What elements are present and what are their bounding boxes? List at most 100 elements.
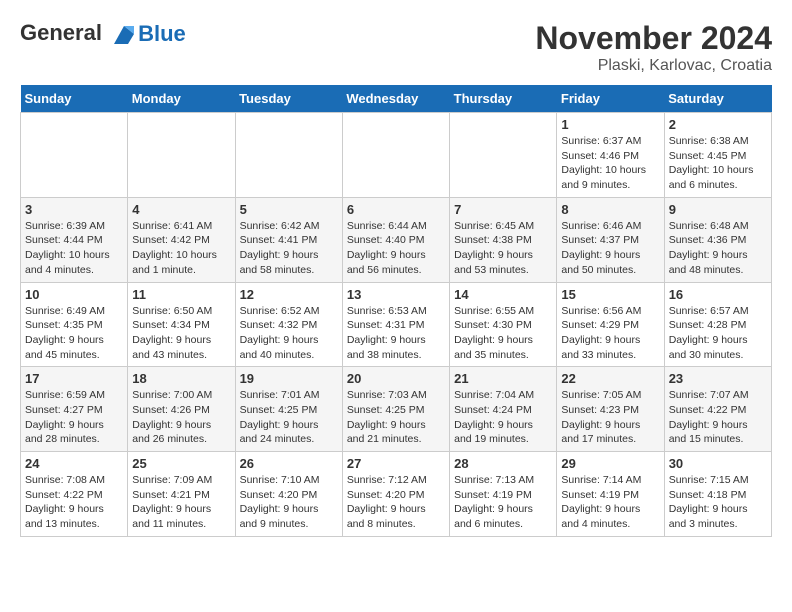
calendar-cell bbox=[21, 113, 128, 198]
logo: General Blue bbox=[20, 20, 186, 48]
day-info: Sunrise: 7:07 AMSunset: 4:22 PMDaylight:… bbox=[669, 388, 767, 447]
calendar-cell: 28 Sunrise: 7:13 AMSunset: 4:19 PMDayligh… bbox=[450, 452, 557, 537]
weekday-header: Sunday bbox=[21, 85, 128, 113]
calendar-cell: 2Sunrise: 6:38 AMSunset: 4:45 PMDaylight… bbox=[664, 113, 771, 198]
day-info: Sunrise: 6:49 AMSunset: 4:35 PMDaylight:… bbox=[25, 304, 123, 363]
day-number: 27 bbox=[347, 456, 445, 471]
day-info: Sunrise: 6:41 AMSunset: 4:42 PMDaylight:… bbox=[132, 219, 230, 278]
calendar-cell: 15 Sunrise: 6:56 AMSunset: 4:29 PMDayligh… bbox=[557, 282, 664, 367]
day-number: 10 bbox=[25, 287, 123, 302]
calendar-cell bbox=[450, 113, 557, 198]
day-info: Sunrise: 6:42 AMSunset: 4:41 PMDaylight:… bbox=[240, 219, 338, 278]
logo-icon bbox=[110, 20, 138, 48]
calendar-cell: 7Sunrise: 6:45 AMSunset: 4:38 PMDaylight… bbox=[450, 197, 557, 282]
calendar-cell bbox=[128, 113, 235, 198]
calendar-week-row: 17 Sunrise: 6:59 AMSunset: 4:27 PMDayligh… bbox=[21, 367, 772, 452]
day-number: 1 bbox=[561, 117, 659, 132]
day-number: 14 bbox=[454, 287, 552, 302]
weekday-header: Monday bbox=[128, 85, 235, 113]
calendar-cell: 17 Sunrise: 6:59 AMSunset: 4:27 PMDayligh… bbox=[21, 367, 128, 452]
day-info: Sunrise: 7:05 AMSunset: 4:23 PMDaylight:… bbox=[561, 388, 659, 447]
day-info: Sunrise: 7:00 AMSunset: 4:26 PMDaylight:… bbox=[132, 388, 230, 447]
day-number: 4 bbox=[132, 202, 230, 217]
calendar-cell: 10 Sunrise: 6:49 AMSunset: 4:35 PMDayligh… bbox=[21, 282, 128, 367]
calendar-cell: 22 Sunrise: 7:05 AMSunset: 4:23 PMDayligh… bbox=[557, 367, 664, 452]
calendar-cell: 4 Sunrise: 6:41 AMSunset: 4:42 PMDaylight… bbox=[128, 197, 235, 282]
day-info: Sunrise: 6:39 AMSunset: 4:44 PMDaylight:… bbox=[25, 219, 123, 278]
day-number: 20 bbox=[347, 371, 445, 386]
location: Plaski, Karlovac, Croatia bbox=[535, 57, 772, 75]
day-info: Sunrise: 6:59 AMSunset: 4:27 PMDaylight:… bbox=[25, 388, 123, 447]
weekday-header: Tuesday bbox=[235, 85, 342, 113]
day-info: Sunrise: 6:53 AMSunset: 4:31 PMDaylight:… bbox=[347, 304, 445, 363]
weekday-header: Wednesday bbox=[342, 85, 449, 113]
calendar-week-row: 24Sunrise: 7:08 AMSunset: 4:22 PMDayligh… bbox=[21, 452, 772, 537]
calendar-cell: 6 Sunrise: 6:44 AMSunset: 4:40 PMDaylight… bbox=[342, 197, 449, 282]
day-number: 11 bbox=[132, 287, 230, 302]
weekday-header: Friday bbox=[557, 85, 664, 113]
day-number: 18 bbox=[132, 371, 230, 386]
day-info: Sunrise: 6:48 AMSunset: 4:36 PMDaylight:… bbox=[669, 219, 767, 278]
calendar-table: SundayMondayTuesdayWednesdayThursdayFrid… bbox=[20, 85, 772, 537]
calendar-cell: 24Sunrise: 7:08 AMSunset: 4:22 PMDayligh… bbox=[21, 452, 128, 537]
day-info: Sunrise: 6:57 AMSunset: 4:28 PMDaylight:… bbox=[669, 304, 767, 363]
day-info: Sunrise: 6:44 AMSunset: 4:40 PMDaylight:… bbox=[347, 219, 445, 278]
day-number: 12 bbox=[240, 287, 338, 302]
day-info: Sunrise: 7:08 AMSunset: 4:22 PMDaylight:… bbox=[25, 473, 123, 532]
calendar-cell: 20 Sunrise: 7:03 AMSunset: 4:25 PMDayligh… bbox=[342, 367, 449, 452]
logo-text-general: General bbox=[20, 20, 102, 45]
day-info: Sunrise: 6:56 AMSunset: 4:29 PMDaylight:… bbox=[561, 304, 659, 363]
calendar-cell: 30Sunrise: 7:15 AMSunset: 4:18 PMDayligh… bbox=[664, 452, 771, 537]
calendar-week-row: 1 Sunrise: 6:37 AMSunset: 4:46 PMDaylight… bbox=[21, 113, 772, 198]
day-info: Sunrise: 6:55 AMSunset: 4:30 PMDaylight:… bbox=[454, 304, 552, 363]
calendar-week-row: 10 Sunrise: 6:49 AMSunset: 4:35 PMDayligh… bbox=[21, 282, 772, 367]
day-number: 5 bbox=[240, 202, 338, 217]
title-block: November 2024 Plaski, Karlovac, Croatia bbox=[535, 20, 772, 75]
calendar-cell: 11Sunrise: 6:50 AMSunset: 4:34 PMDayligh… bbox=[128, 282, 235, 367]
logo-text-blue: Blue bbox=[138, 21, 186, 47]
calendar-cell: 5 Sunrise: 6:42 AMSunset: 4:41 PMDaylight… bbox=[235, 197, 342, 282]
calendar-cell: 14 Sunrise: 6:55 AMSunset: 4:30 PMDayligh… bbox=[450, 282, 557, 367]
calendar-cell: 16Sunrise: 6:57 AMSunset: 4:28 PMDayligh… bbox=[664, 282, 771, 367]
day-number: 29 bbox=[561, 456, 659, 471]
day-number: 6 bbox=[347, 202, 445, 217]
day-number: 13 bbox=[347, 287, 445, 302]
calendar-cell: 18 Sunrise: 7:00 AMSunset: 4:26 PMDayligh… bbox=[128, 367, 235, 452]
calendar-cell: 26 Sunrise: 7:10 AMSunset: 4:20 PMDayligh… bbox=[235, 452, 342, 537]
day-number: 15 bbox=[561, 287, 659, 302]
day-info: Sunrise: 7:04 AMSunset: 4:24 PMDaylight:… bbox=[454, 388, 552, 447]
calendar-cell: 9 Sunrise: 6:48 AMSunset: 4:36 PMDaylight… bbox=[664, 197, 771, 282]
day-info: Sunrise: 7:12 AMSunset: 4:20 PMDaylight:… bbox=[347, 473, 445, 532]
calendar-header-row: SundayMondayTuesdayWednesdayThursdayFrid… bbox=[21, 85, 772, 113]
page-header: General Blue November 2024 Plaski, Karlo… bbox=[20, 20, 772, 75]
calendar-cell: 27 Sunrise: 7:12 AMSunset: 4:20 PMDayligh… bbox=[342, 452, 449, 537]
calendar-cell bbox=[342, 113, 449, 198]
day-info: Sunrise: 7:15 AMSunset: 4:18 PMDaylight:… bbox=[669, 473, 767, 532]
day-info: Sunrise: 6:46 AMSunset: 4:37 PMDaylight:… bbox=[561, 219, 659, 278]
month-title: November 2024 bbox=[535, 20, 772, 57]
day-number: 25 bbox=[132, 456, 230, 471]
weekday-header: Thursday bbox=[450, 85, 557, 113]
calendar-cell: 19 Sunrise: 7:01 AMSunset: 4:25 PMDayligh… bbox=[235, 367, 342, 452]
day-info: Sunrise: 7:01 AMSunset: 4:25 PMDaylight:… bbox=[240, 388, 338, 447]
day-number: 9 bbox=[669, 202, 767, 217]
day-number: 26 bbox=[240, 456, 338, 471]
day-number: 19 bbox=[240, 371, 338, 386]
day-info: Sunrise: 6:52 AMSunset: 4:32 PMDaylight:… bbox=[240, 304, 338, 363]
day-number: 17 bbox=[25, 371, 123, 386]
calendar-cell: 12 Sunrise: 6:52 AMSunset: 4:32 PMDayligh… bbox=[235, 282, 342, 367]
calendar-cell: 21Sunrise: 7:04 AMSunset: 4:24 PMDayligh… bbox=[450, 367, 557, 452]
day-info: Sunrise: 7:09 AMSunset: 4:21 PMDaylight:… bbox=[132, 473, 230, 532]
day-number: 22 bbox=[561, 371, 659, 386]
day-info: Sunrise: 7:03 AMSunset: 4:25 PMDaylight:… bbox=[347, 388, 445, 447]
day-number: 3 bbox=[25, 202, 123, 217]
calendar-cell: 1 Sunrise: 6:37 AMSunset: 4:46 PMDaylight… bbox=[557, 113, 664, 198]
day-info: Sunrise: 6:37 AMSunset: 4:46 PMDaylight:… bbox=[561, 134, 659, 193]
day-info: Sunrise: 7:10 AMSunset: 4:20 PMDaylight:… bbox=[240, 473, 338, 532]
day-number: 28 bbox=[454, 456, 552, 471]
weekday-header: Saturday bbox=[664, 85, 771, 113]
day-info: Sunrise: 7:13 AMSunset: 4:19 PMDaylight:… bbox=[454, 473, 552, 532]
calendar-cell: 23Sunrise: 7:07 AMSunset: 4:22 PMDayligh… bbox=[664, 367, 771, 452]
calendar-cell: 8Sunrise: 6:46 AMSunset: 4:37 PMDaylight… bbox=[557, 197, 664, 282]
day-number: 7 bbox=[454, 202, 552, 217]
